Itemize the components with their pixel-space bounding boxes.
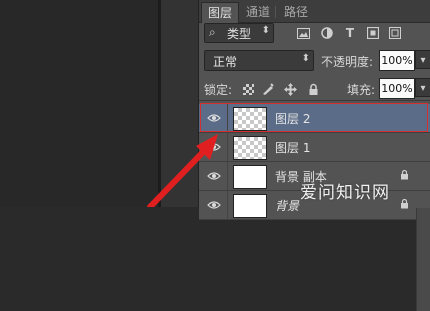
blend-mode-value: 正常	[213, 55, 238, 69]
panel-dock-strip	[161, 0, 198, 207]
layer-name[interactable]: 背景	[275, 197, 299, 214]
lock-label: 锁定:	[204, 83, 233, 97]
tab-separator	[236, 6, 237, 18]
opacity-dropdown-button[interactable]: ▾	[415, 50, 430, 69]
chevron-updown-icon: ⬍	[301, 53, 310, 64]
image-filter-icon[interactable]	[295, 25, 311, 41]
filter-kind-select[interactable]: ⌕ 类型 ⬍	[204, 23, 274, 43]
blend-row: 正常 ⬍ 不透明度: 100% ▾	[199, 50, 430, 72]
visibility-eye-icon[interactable]	[206, 169, 222, 183]
tab-layers[interactable]: 图层	[201, 2, 240, 23]
document-canvas-area	[0, 0, 160, 207]
chevron-updown-icon: ⬍	[261, 25, 270, 36]
layer-thumbnail	[233, 136, 267, 160]
lock-image-pixels-icon[interactable]	[261, 82, 275, 96]
lock-icon	[400, 169, 409, 183]
shape-filter-icon[interactable]	[365, 25, 381, 41]
visibility-eye-icon[interactable]	[206, 198, 222, 212]
type-filter-icon[interactable]: T	[342, 25, 358, 41]
panel-tabs: 图层 通道 路径	[199, 0, 430, 23]
adjustment-filter-icon[interactable]	[319, 25, 335, 41]
filter-kind-value: 类型	[227, 27, 252, 41]
smart-object-filter-icon[interactable]	[387, 25, 403, 41]
lock-position-icon[interactable]	[283, 82, 297, 96]
layer-thumbnail	[233, 194, 267, 218]
layer-name[interactable]: 图层 1	[275, 139, 310, 156]
row-separator	[227, 162, 228, 190]
fill-input[interactable]: 100%	[379, 78, 415, 99]
tab-channels[interactable]: 通道	[240, 2, 276, 22]
layer-filter-row: ⌕ 类型 ⬍ T	[199, 22, 430, 44]
selected-layer-highlight-box	[200, 103, 428, 132]
opacity-label: 不透明度:	[321, 55, 374, 69]
row-separator	[227, 191, 228, 219]
lock-row: 锁定: 填充: 100% ▾	[199, 78, 430, 101]
fill-label: 填充:	[347, 83, 376, 97]
tab-paths[interactable]: 路径	[278, 2, 314, 22]
layer-row-layer-1[interactable]: 图层 1	[199, 133, 430, 162]
visibility-eye-icon[interactable]	[206, 140, 222, 154]
opacity-input[interactable]: 100%	[379, 50, 415, 71]
search-icon: ⌕	[209, 25, 216, 39]
tab-separator	[275, 6, 276, 18]
layer-thumbnail	[233, 165, 267, 189]
row-separator	[227, 133, 228, 161]
fill-dropdown-button[interactable]: ▾	[415, 78, 430, 97]
lock-icon	[400, 198, 409, 212]
lock-transparent-pixels-icon[interactable]	[241, 82, 255, 96]
lock-all-icon[interactable]	[306, 82, 320, 96]
watermark-text: 爱问知识网	[300, 183, 390, 203]
blend-mode-select[interactable]: 正常 ⬍	[204, 50, 314, 71]
layer-list-scrollbar[interactable]	[416, 208, 430, 311]
